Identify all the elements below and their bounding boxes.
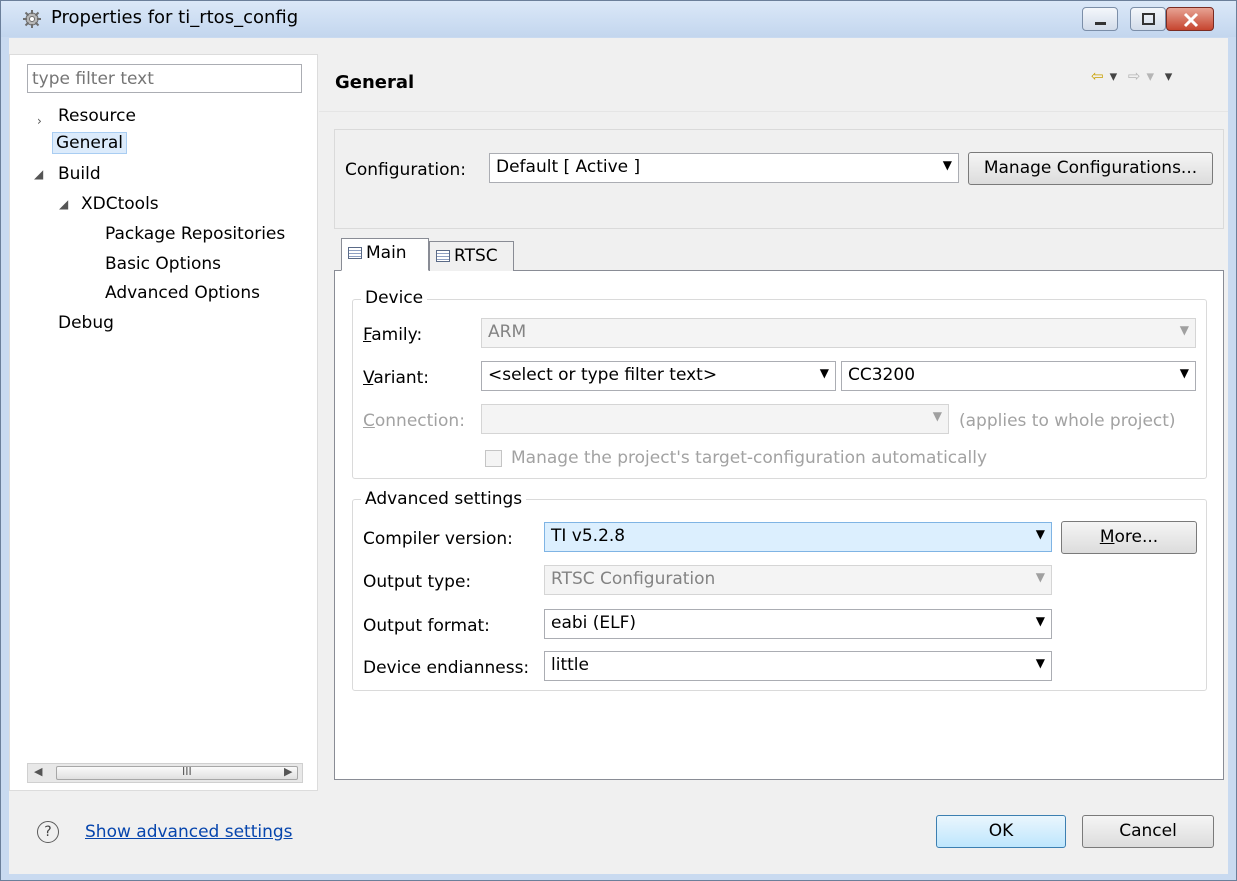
minimize-button[interactable] [1082, 7, 1118, 31]
tree-item-general[interactable]: General [52, 132, 127, 154]
navigation-arrows: ⇦ ▾ ⇨ ▾ ▾ [1091, 67, 1178, 85]
tab-main-label: Main [366, 243, 407, 263]
scrollbar-grip: III [182, 765, 192, 778]
manage-configurations-button[interactable]: Manage Configurations... [968, 152, 1213, 185]
device-endianness-value: little [551, 655, 589, 675]
scrollbar-thumb[interactable]: III [56, 765, 298, 780]
connection-select[interactable]: ▼ [481, 404, 949, 434]
variant-filter-value: <select or type filter text> [488, 365, 718, 385]
family-value: ARM [488, 322, 527, 342]
expanded-arrow-icon[interactable]: ◢ [34, 167, 43, 181]
compiler-version-select[interactable]: TI v5.2.8 ▼ [544, 522, 1052, 552]
scroll-left-icon[interactable]: ◀ [34, 765, 42, 778]
view-menu-icon[interactable]: ▾ [1165, 67, 1173, 85]
advanced-settings-title: Advanced settings [361, 489, 527, 509]
help-icon[interactable]: ? [37, 821, 59, 843]
scroll-right-icon[interactable]: ▶ [284, 765, 292, 778]
connection-label: Connection: [363, 411, 465, 431]
chevron-down-icon: ▼ [1035, 570, 1045, 584]
forward-arrow-icon[interactable]: ⇨ [1128, 67, 1141, 85]
chevron-down-icon: ▼ [1035, 527, 1045, 541]
back-menu-icon[interactable]: ▾ [1110, 67, 1118, 85]
configuration-value: Default [ Active ] [496, 157, 641, 177]
variant-filter-select[interactable]: <select or type filter text> ▼ [481, 361, 836, 391]
back-arrow-icon[interactable]: ⇦ [1091, 67, 1104, 85]
close-icon [1183, 12, 1199, 28]
compiler-version-label: Compiler version: [363, 529, 513, 549]
window-title: Properties for ti_rtos_config [51, 7, 299, 28]
tree-item-advanced-options[interactable]: Advanced Options [105, 283, 260, 303]
tree-item-basic-options[interactable]: Basic Options [105, 254, 221, 274]
family-label: Family: [363, 325, 423, 345]
manage-target-config-label: Manage the project's target-configuratio… [511, 448, 988, 468]
ok-button[interactable]: OK [936, 815, 1066, 848]
variant-select[interactable]: CC3200 ▼ [841, 361, 1196, 391]
chevron-down-icon: ▼ [942, 158, 952, 172]
filter-input[interactable] [27, 64, 302, 93]
output-format-value: eabi (ELF) [551, 613, 637, 633]
variant-label: Variant: [363, 368, 430, 388]
tree-item-build[interactable]: Build [58, 164, 101, 184]
device-endianness-label: Device endianness: [363, 658, 530, 678]
table-icon [436, 250, 450, 262]
collapsed-arrow-icon[interactable]: › [37, 114, 42, 128]
chevron-down-icon: ▼ [819, 366, 829, 380]
tree-item-xdctools[interactable]: XDCtools [81, 194, 159, 214]
navigation-tree-pane [9, 54, 318, 791]
device-group-title: Device [361, 288, 428, 308]
compiler-version-value: TI v5.2.8 [551, 526, 626, 546]
horizontal-scrollbar[interactable]: ◀ III ▶ [27, 763, 303, 783]
chevron-down-icon: ▼ [1179, 366, 1189, 380]
connection-note: (applies to whole project) [959, 411, 1176, 431]
chevron-down-icon: ▼ [1035, 614, 1045, 628]
output-type-value: RTSC Configuration [551, 569, 716, 589]
device-endianness-select[interactable]: little ▼ [544, 651, 1052, 681]
tab-rtsc-label: RTSC [454, 246, 498, 266]
tab-main[interactable]: Main [341, 238, 429, 271]
tree-item-package-repositories[interactable]: Package Repositories [105, 224, 285, 244]
show-advanced-settings-link[interactable]: Show advanced settings [85, 822, 293, 842]
output-type-select[interactable]: RTSC Configuration ▼ [544, 565, 1052, 595]
output-format-select[interactable]: eabi (ELF) ▼ [544, 609, 1052, 639]
app-icon [23, 10, 41, 28]
output-format-label: Output format: [363, 616, 490, 636]
chevron-down-icon: ▼ [932, 409, 942, 423]
chevron-down-icon: ▼ [1179, 323, 1189, 337]
table-icon [348, 247, 362, 259]
manage-target-config-checkbox[interactable] [485, 450, 502, 467]
header-separator [319, 111, 1228, 112]
family-select[interactable]: ARM ▼ [481, 318, 1196, 348]
maximize-icon [1142, 13, 1155, 25]
tree-item-resource[interactable]: Resource [58, 106, 136, 126]
expanded-arrow-icon[interactable]: ◢ [59, 197, 68, 211]
forward-menu-icon[interactable]: ▾ [1146, 67, 1154, 85]
minimize-icon [1095, 22, 1106, 25]
output-type-label: Output type: [363, 572, 472, 592]
cancel-button[interactable]: Cancel [1082, 815, 1214, 848]
title-bar[interactable]: Properties for ti_rtos_config [1, 1, 1236, 37]
maximize-button[interactable] [1130, 7, 1166, 31]
configuration-select[interactable]: Default [ Active ] ▼ [489, 153, 959, 183]
properties-dialog: Properties for ti_rtos_config › Resource… [0, 0, 1237, 881]
chevron-down-icon: ▼ [1035, 656, 1045, 670]
more-button[interactable]: More... [1061, 521, 1197, 554]
tab-rtsc[interactable]: RTSC [429, 241, 514, 271]
page-title: General [335, 72, 415, 93]
tree-item-debug[interactable]: Debug [58, 313, 114, 333]
close-button[interactable] [1166, 7, 1214, 31]
configuration-label: Configuration: [345, 160, 467, 180]
variant-value: CC3200 [848, 365, 916, 385]
